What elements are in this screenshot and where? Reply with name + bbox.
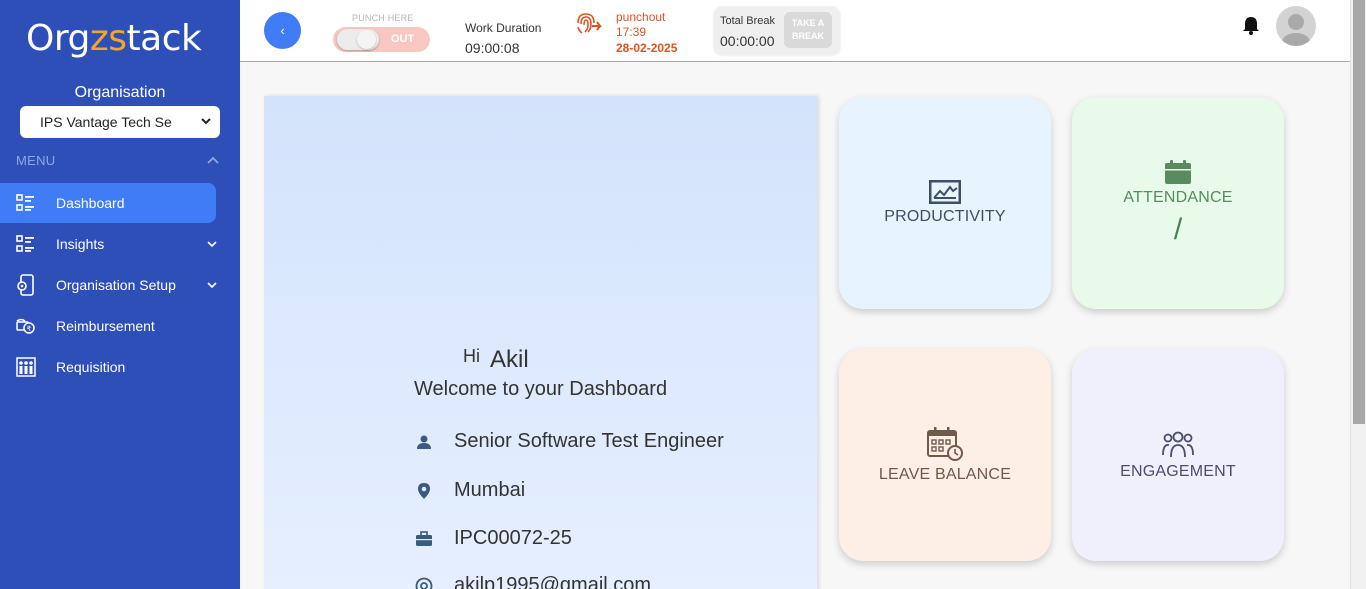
punch-toggle[interactable]: OUT <box>333 27 430 52</box>
location: Mumbai <box>454 479 526 501</box>
menu-label: MENU <box>16 153 56 168</box>
group-icon <box>1162 431 1194 458</box>
organisation-select[interactable]: IPS Vantage Tech Se <box>20 106 220 138</box>
organisation-label: Organisation <box>74 84 166 101</box>
calendar-clock-icon <box>927 427 963 461</box>
engagement-tile[interactable]: ENGAGEMENT <box>1072 349 1284 561</box>
productivity-title: PRODUCTIVITY <box>884 208 1006 225</box>
sidebar-item-dashboard[interactable]: Dashboard <box>0 183 216 223</box>
org-setup-icon <box>16 274 36 296</box>
briefcase-icon <box>414 529 434 549</box>
productivity-tile[interactable]: PRODUCTIVITY <box>839 97 1051 309</box>
sidebar-item-reimbursement[interactable]: ₹ Reimbursement <box>0 306 216 346</box>
back-button[interactable]: ‹ <box>264 12 301 49</box>
scrollbar-thumb[interactable] <box>1353 0 1365 424</box>
person-icon <box>414 432 434 452</box>
sidebar-item-organisation-setup[interactable]: Organisation Setup <box>0 265 217 305</box>
sidebar-item-label: Organisation Setup <box>56 277 176 293</box>
attendance-title: ATTENDANCE <box>1123 189 1233 206</box>
top-header: ‹ PUNCH HERE OUT Work Duration 09:00:08 … <box>240 0 1350 62</box>
chart-icon <box>929 180 961 204</box>
sidebar-item-label: Reimbursement <box>56 318 155 334</box>
insights-icon <box>16 234 36 254</box>
punch-time: 17:39 <box>616 25 647 39</box>
chevron-up-icon[interactable] <box>206 155 220 165</box>
user-avatar-icon <box>1282 14 1310 46</box>
welcome-message: Welcome to your Dashboard <box>414 378 668 400</box>
attendance-value: / <box>1173 213 1183 246</box>
engagement-title: ENGAGEMENT <box>1120 463 1236 480</box>
toggle-out-label: OUT <box>391 33 415 45</box>
logo[interactable]: Orgzstack <box>26 18 202 59</box>
avatar[interactable] <box>1276 6 1316 46</box>
location-pin-icon <box>414 481 434 501</box>
sidebar-item-label: Insights <box>56 236 105 252</box>
bell-icon[interactable] <box>1242 15 1260 35</box>
sidebar-item-insights[interactable]: Insights <box>0 224 217 264</box>
leave-balance-tile[interactable]: LEAVE BALANCE <box>839 349 1051 561</box>
sidebar-item-label: Dashboard <box>56 195 125 211</box>
location-row: Mumbai <box>414 479 525 502</box>
take-a-break-button[interactable]: TAKE A BREAK <box>784 12 832 48</box>
employee-id-row: IPC00072-25 <box>414 527 572 550</box>
organisation-select-value: IPS Vantage Tech Se <box>40 114 172 130</box>
designation-row: Senior Software Test Engineer <box>414 430 724 453</box>
punch-date: 28-02-2025 <box>616 41 678 55</box>
toggle-knob <box>337 29 379 50</box>
work-duration-label: Work Duration <box>465 21 542 35</box>
reimbursement-icon: ₹ <box>16 316 36 336</box>
calendar-icon <box>1165 160 1191 184</box>
work-duration-value: 09:00:08 <box>465 40 520 56</box>
sidebar-item-label: Requisition <box>56 359 126 375</box>
total-break-value: 00:00:00 <box>720 33 775 49</box>
dashboard-icon <box>16 193 36 213</box>
sidebar-item-requisition[interactable]: Requisition <box>0 347 216 387</box>
requisition-icon <box>16 357 36 377</box>
employee-id: IPC00072-25 <box>454 527 572 549</box>
page-scrollbar[interactable] <box>1350 0 1366 589</box>
punch-status: punchout <box>616 10 666 24</box>
fingerprint-icon <box>577 13 602 34</box>
leave-balance-title: LEAVE BALANCE <box>878 466 1012 483</box>
welcome-card: Hi Akil Welcome to your Dashboard Senior… <box>264 96 817 589</box>
total-break-panel: Total Break 00:00:00 TAKE A BREAK <box>714 7 840 55</box>
user-name: Akil <box>490 346 529 373</box>
sidebar: Orgzstack Organisation IPS Vantage Tech … <box>0 0 240 589</box>
email: akilp1995@gmail.com <box>454 574 652 589</box>
punch-here-label: PUNCH HERE <box>352 13 414 23</box>
chevron-down-icon <box>207 282 217 289</box>
greeting-hi: Hi <box>463 346 480 366</box>
total-break-label: Total Break <box>720 15 776 27</box>
chevron-down-icon <box>207 241 217 248</box>
email-row: akilp1995@gmail.com <box>414 574 651 589</box>
chevron-down-icon <box>201 118 211 125</box>
svg-text:₹: ₹ <box>27 325 32 333</box>
at-sign-icon <box>414 576 434 589</box>
attendance-tile[interactable]: ATTENDANCE / <box>1072 97 1284 309</box>
designation: Senior Software Test Engineer <box>454 430 724 452</box>
